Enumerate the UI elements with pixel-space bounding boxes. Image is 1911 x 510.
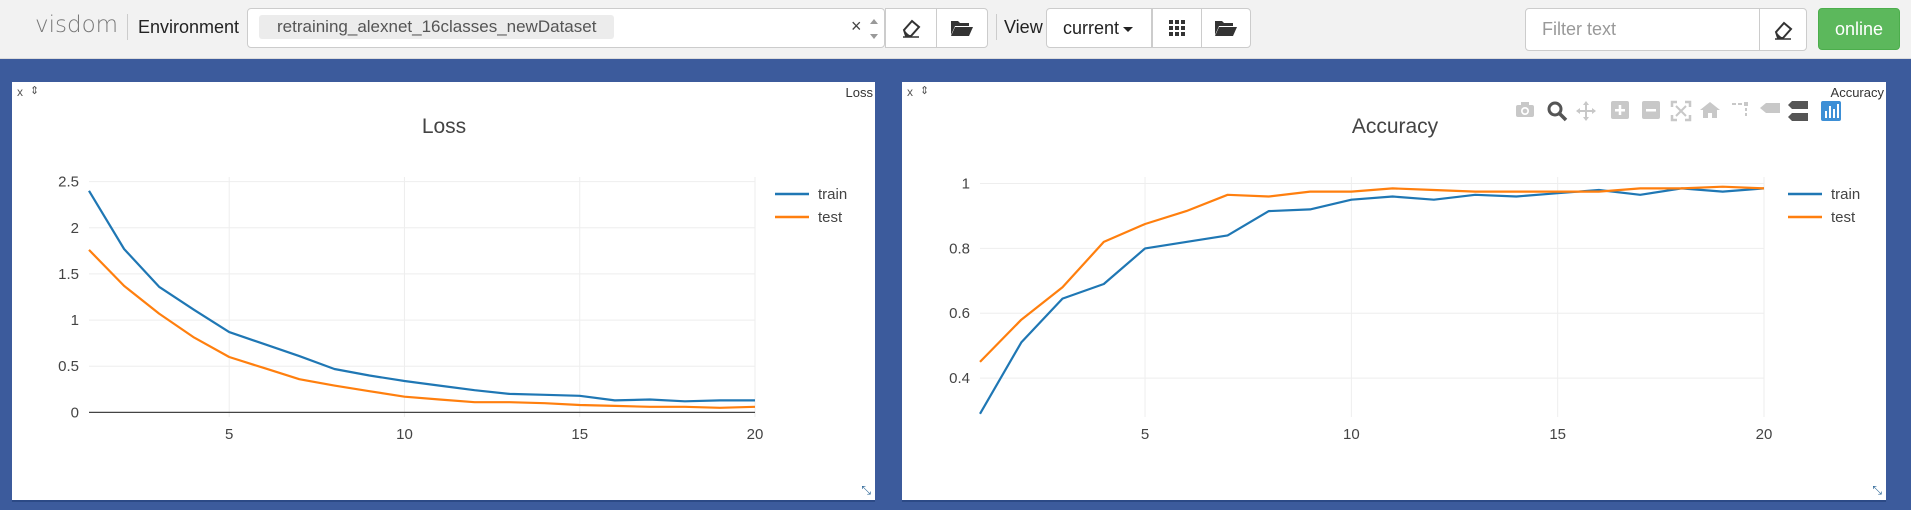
hover-closest-icon[interactable] — [1758, 100, 1782, 121]
y-tick-label: 2.5 — [58, 174, 79, 191]
brand-logo: visdom — [35, 12, 119, 38]
eraser-icon — [1772, 19, 1794, 41]
zoom-out-icon[interactable] — [1641, 100, 1661, 125]
spike-lines-icon[interactable] — [1730, 100, 1750, 125]
chevron-down-icon — [1123, 26, 1134, 32]
connection-status-badge[interactable]: online — [1818, 8, 1900, 50]
environment-label: Environment — [138, 17, 240, 37]
hover-compare-icon[interactable] — [1786, 100, 1810, 127]
grid-icon — [1168, 19, 1186, 37]
accuracy-chart[interactable]: 5 10 15 20 0.4 0.6 0.8 1 Accuracy train test — [902, 82, 1886, 502]
y-tick-label: 1 — [962, 175, 970, 192]
plot-area[interactable] — [88, 177, 756, 417]
series-line-test[interactable] — [979, 185, 1765, 363]
repack-button[interactable] — [1152, 8, 1202, 48]
loss-chart[interactable]: 5 10 15 20 0 0.5 1 1.5 2 2.5 Loss train test — [12, 82, 875, 502]
accuracy-pane[interactable]: x ⇕ Accuracy 5 10 15 20 0.4 0.6 0.8 1 Accuracy tr… — [902, 82, 1886, 502]
legend-label-test[interactable]: test — [818, 209, 843, 226]
clear-env-button[interactable] — [885, 8, 937, 48]
x-tick-label: 15 — [571, 426, 588, 443]
y-tick-label: 1 — [71, 312, 79, 329]
y-tick-label: 0.4 — [949, 370, 970, 387]
chart-title: Accuracy — [1352, 115, 1439, 138]
filter-input[interactable] — [1525, 8, 1760, 51]
x-tick-label: 20 — [747, 426, 764, 443]
view-select-value: current — [1063, 18, 1120, 38]
clear-icon[interactable]: × — [851, 16, 862, 37]
x-tick-label: 20 — [1756, 426, 1773, 443]
folder-open-icon — [1214, 18, 1238, 38]
view-label: View — [1004, 17, 1043, 37]
y-tick-label: 0 — [71, 404, 79, 421]
y-tick-label: 2 — [71, 220, 79, 237]
chart-title: Loss — [422, 115, 466, 138]
x-tick-label: 10 — [396, 426, 413, 443]
legend-label-test[interactable]: test — [1831, 209, 1856, 226]
y-tick-label: 0.6 — [949, 305, 970, 322]
y-tick-label: 0.8 — [949, 240, 970, 257]
camera-icon[interactable] — [1514, 100, 1536, 125]
plot-area[interactable] — [979, 177, 1765, 417]
x-tick-label: 10 — [1343, 426, 1360, 443]
environment-select[interactable]: retraining_alexnet_16classes_newDataset … — [247, 8, 885, 48]
legend-label-train[interactable]: train — [1831, 186, 1860, 203]
home-icon[interactable] — [1699, 100, 1721, 125]
manage-env-button[interactable] — [936, 8, 988, 48]
series-line-train[interactable] — [88, 190, 755, 403]
legend-label-train[interactable]: train — [818, 186, 847, 203]
x-tick-label: 5 — [225, 426, 233, 443]
y-tick-label: 0.5 — [58, 358, 79, 375]
folder-open-icon — [950, 18, 974, 38]
resize-handle-icon[interactable]: ⤡ — [861, 483, 871, 498]
manage-views-button[interactable] — [1201, 8, 1251, 48]
divider — [127, 14, 128, 40]
zoom-in-icon[interactable] — [1610, 100, 1630, 125]
spinner-arrows-icon[interactable] — [867, 14, 881, 44]
y-tick-label: 1.5 — [58, 266, 79, 283]
environment-chip[interactable]: retraining_alexnet_16classes_newDataset — [259, 15, 615, 39]
top-bar: visdom Environment retraining_alexnet_16… — [0, 0, 1911, 59]
view-select[interactable]: current — [1046, 8, 1152, 48]
loss-pane[interactable]: x ⇕ Loss 5 10 15 20 0 0.5 1 1.5 2 2.5 Loss train tes… — [12, 82, 875, 502]
resize-handle-icon[interactable]: ⤡ — [1872, 483, 1882, 498]
pan-icon[interactable] — [1575, 100, 1597, 127]
series-line-train[interactable] — [979, 187, 1765, 415]
eraser-icon — [900, 17, 922, 39]
autoscale-icon[interactable] — [1670, 100, 1692, 127]
x-tick-label: 5 — [1141, 426, 1149, 443]
plotly-logo-icon[interactable] — [1820, 100, 1842, 127]
divider — [996, 14, 997, 40]
zoom-icon[interactable] — [1546, 100, 1568, 127]
x-tick-label: 15 — [1549, 426, 1566, 443]
clear-filter-button[interactable] — [1759, 8, 1807, 51]
